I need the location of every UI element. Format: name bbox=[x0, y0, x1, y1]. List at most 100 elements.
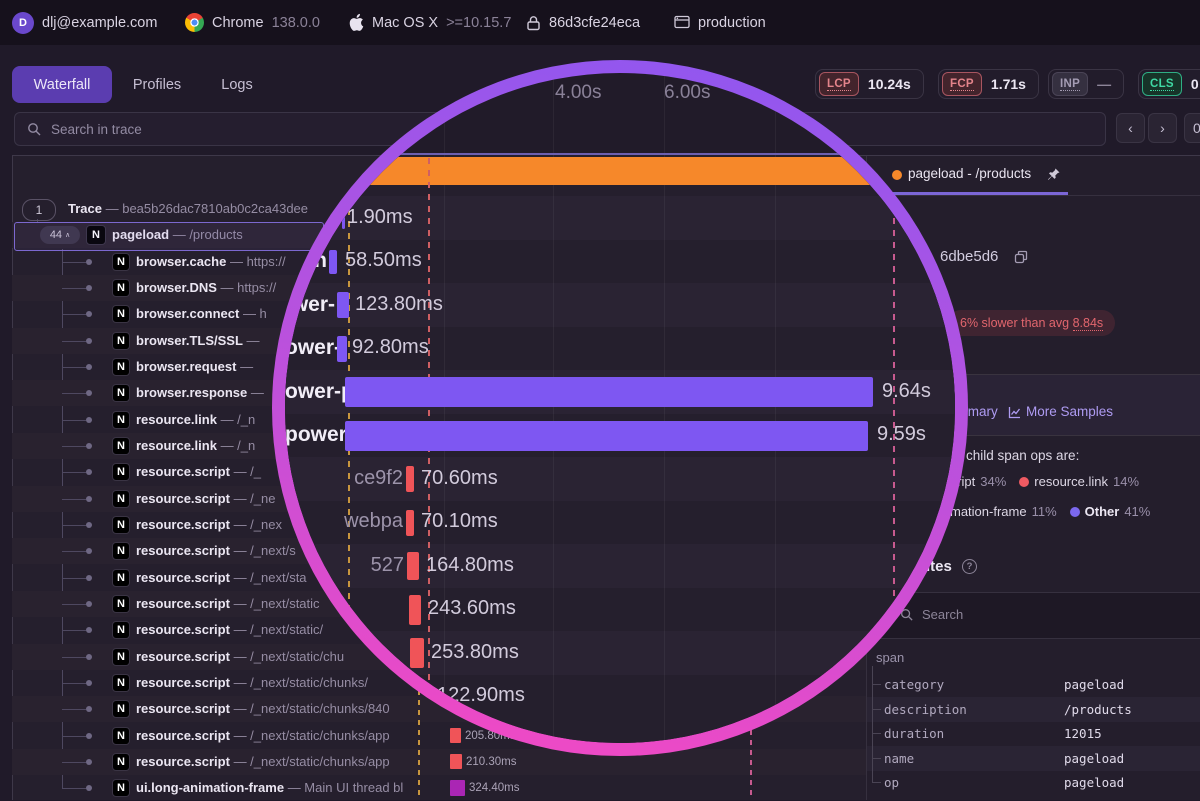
span-op: resource.script bbox=[136, 517, 230, 532]
span-bar[interactable] bbox=[450, 754, 462, 769]
minimap-border bbox=[285, 153, 955, 155]
vital-lcp-value: 10.24s bbox=[859, 76, 920, 92]
pin-icon[interactable] bbox=[1046, 167, 1061, 182]
measurement-guide-pink bbox=[893, 158, 895, 743]
span-op: resource.script bbox=[136, 701, 230, 716]
span-bar[interactable] bbox=[342, 207, 345, 229]
span-op: ui.long-animation-frame bbox=[136, 780, 284, 795]
user-email: dlj@example.com bbox=[42, 15, 157, 31]
nextjs-icon: N bbox=[112, 727, 130, 745]
span-bar[interactable] bbox=[345, 377, 873, 407]
legend-dot-red bbox=[1019, 477, 1029, 487]
browser-name: Chrome bbox=[212, 15, 264, 31]
span-op: resource.script bbox=[136, 464, 230, 479]
span-bar[interactable] bbox=[406, 510, 414, 536]
op-pct: 41% bbox=[1124, 504, 1150, 519]
span-duration: 9.59s bbox=[877, 423, 926, 446]
copy-icon[interactable] bbox=[1014, 250, 1028, 264]
span-bar[interactable] bbox=[329, 250, 337, 274]
op-pct: 11% bbox=[1032, 504, 1057, 519]
span-op: resource.script bbox=[136, 491, 230, 506]
nextjs-icon: N bbox=[112, 384, 130, 402]
op-label: Other bbox=[1085, 504, 1120, 519]
help-icon[interactable]: ? bbox=[962, 559, 977, 574]
span-duration: 1.90ms bbox=[347, 206, 413, 229]
search-placeholder: Search in trace bbox=[51, 122, 142, 137]
search-icon bbox=[27, 122, 42, 137]
apple-icon bbox=[348, 13, 364, 32]
span-detail: — https:// bbox=[230, 254, 286, 269]
nextjs-icon: N bbox=[112, 621, 130, 639]
span-op: browser.cache bbox=[136, 254, 226, 269]
nextjs-icon: N bbox=[112, 779, 130, 797]
span-detail: — https:// bbox=[221, 280, 277, 295]
tree-row[interactable]: Nresource.script — /_next/static/chunks/… bbox=[12, 749, 867, 775]
span-bar[interactable] bbox=[407, 552, 419, 580]
span-duration: 122.90ms bbox=[437, 684, 525, 707]
chrome-icon bbox=[185, 13, 204, 32]
search-prev-button[interactable]: ‹ bbox=[1116, 113, 1145, 143]
pageload-span-bar[interactable] bbox=[285, 157, 955, 185]
tab-logs[interactable]: Logs bbox=[214, 66, 260, 103]
attribute-key: name bbox=[884, 746, 914, 771]
trace-viewer-app: { "topbar":{"avatar":"D","user":"dlj@exa… bbox=[0, 0, 1200, 800]
op-pct: 34% bbox=[980, 474, 1006, 489]
attribute-value: pageload bbox=[1064, 770, 1124, 795]
span-op: resource.script bbox=[136, 570, 230, 585]
attribute-row[interactable] bbox=[867, 770, 1200, 795]
tree-row[interactable]: Nui.long-animation-frame — Main UI threa… bbox=[12, 775, 867, 801]
span-op: browser.response bbox=[136, 385, 247, 400]
tab-more-samples[interactable]: More Samples bbox=[1026, 404, 1113, 419]
span-bar[interactable] bbox=[337, 292, 349, 318]
span-duration: 324.40ms bbox=[469, 780, 520, 796]
tab-waterfall[interactable]: Waterfall bbox=[12, 66, 112, 103]
magnifier-ring: 2.00s 4.00s 6.00s 1.90ms lan 58.50ms wer… bbox=[272, 60, 968, 756]
span-detail: — bbox=[240, 359, 253, 374]
row-count-badge: 1 bbox=[22, 199, 56, 221]
nextjs-icon: N bbox=[112, 542, 130, 560]
tree-text-fragment: ower-p bbox=[285, 380, 342, 404]
vital-cls[interactable]: CLS 0 bbox=[1138, 69, 1200, 99]
tab-profiles[interactable]: Profiles bbox=[126, 66, 188, 103]
trace-label: Trace bbox=[68, 201, 102, 216]
os-chip: Mac OS X >=10.15.7 bbox=[348, 0, 511, 45]
search-next-button[interactable]: › bbox=[1148, 113, 1177, 143]
tree-text-fragment: power bbox=[285, 423, 342, 447]
legend-dot-purple bbox=[1070, 507, 1080, 517]
span-bar[interactable] bbox=[409, 595, 421, 625]
vital-fcp[interactable]: FCP 1.71s bbox=[938, 69, 1039, 99]
span-bar[interactable] bbox=[337, 336, 347, 362]
attribute-value: /products bbox=[1064, 697, 1132, 722]
magnifier-lens-content: 2.00s 4.00s 6.00s 1.90ms lan 58.50ms wer… bbox=[285, 73, 955, 743]
span-duration: 9.64s bbox=[882, 380, 931, 403]
span-duration: 243.60ms bbox=[428, 597, 516, 620]
nextjs-icon: N bbox=[112, 700, 130, 718]
chart-icon bbox=[1008, 406, 1021, 419]
span-detail: — /_next/static/chunks/app bbox=[234, 754, 390, 769]
span-detail: — /_nex bbox=[234, 517, 282, 532]
nextjs-icon: N bbox=[112, 305, 130, 323]
span-bar[interactable] bbox=[450, 780, 465, 796]
tree-text-fragment: ce9f2 bbox=[325, 467, 403, 490]
span-bar[interactable] bbox=[410, 638, 424, 668]
span-bar[interactable] bbox=[406, 466, 414, 492]
vital-inp[interactable]: INP — bbox=[1048, 69, 1124, 99]
time-axis-label: 6.00s bbox=[664, 82, 710, 104]
span-bar[interactable] bbox=[345, 421, 868, 451]
attribute-row[interactable] bbox=[867, 746, 1200, 771]
search-count: 0 bbox=[1184, 113, 1200, 143]
span-detail: — /_n bbox=[221, 438, 256, 453]
browser-version: 138.0.0 bbox=[272, 15, 320, 31]
attribute-key: op bbox=[884, 770, 899, 795]
vital-inp-label: INP bbox=[1052, 72, 1088, 96]
vital-cls-value: 0 bbox=[1182, 76, 1200, 92]
vital-inp-value: — bbox=[1088, 76, 1120, 92]
span-detail: — /_ bbox=[234, 464, 261, 479]
span-bar[interactable] bbox=[411, 682, 426, 712]
tree-text-fragment: ower- bbox=[285, 336, 335, 360]
vital-lcp[interactable]: LCP 10.24s bbox=[815, 69, 924, 99]
time-axis-label: 4.00s bbox=[555, 82, 601, 104]
span-op: resource.script bbox=[136, 649, 230, 664]
environment-name: production bbox=[698, 15, 766, 31]
nextjs-icon: N bbox=[112, 516, 130, 534]
